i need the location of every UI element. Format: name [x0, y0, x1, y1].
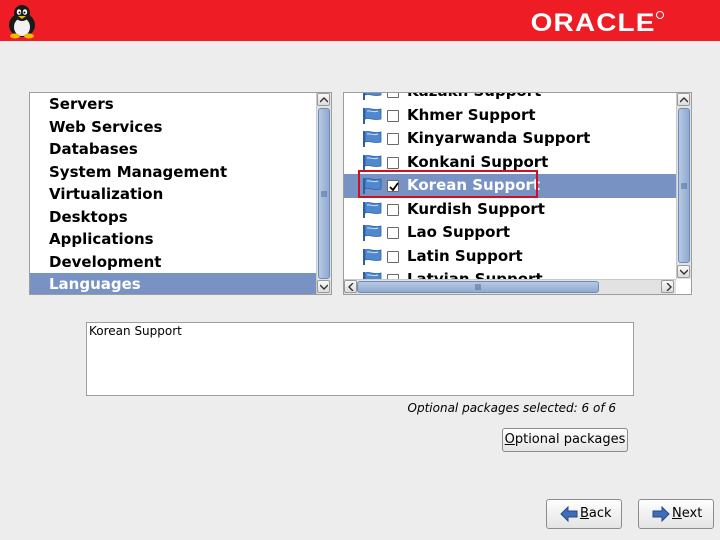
- package-flag-icon: [363, 178, 382, 194]
- package-checkbox[interactable]: [387, 250, 399, 263]
- back-button[interactable]: Back: [546, 499, 622, 529]
- category-item-applications[interactable]: Applications: [30, 228, 316, 251]
- scroll-down-button[interactable]: [677, 265, 690, 278]
- oracle-logo: ORACLE: [531, 9, 656, 37]
- package-checkbox[interactable]: [387, 133, 399, 145]
- package-flag-icon: [363, 248, 382, 265]
- header-banner: ORACLE: [0, 0, 720, 41]
- package-item[interactable]: Latin Support: [344, 245, 676, 269]
- category-list-panel: Servers Web Services Databases System Ma…: [29, 92, 332, 295]
- horizontal-scroll-thumb[interactable]: [357, 281, 599, 293]
- category-list: Servers Web Services Databases System Ma…: [30, 93, 316, 294]
- package-label: Kazakh Support: [407, 93, 541, 104]
- package-label: Lao Support: [407, 223, 511, 241]
- package-checkbox[interactable]: [387, 93, 399, 98]
- mnemonic-letter: B: [580, 506, 589, 521]
- scroll-up-button[interactable]: [677, 93, 690, 106]
- category-item-databases[interactable]: Databases: [30, 138, 316, 161]
- button-label: ext: [681, 506, 703, 521]
- scroll-thumb[interactable]: [678, 108, 690, 263]
- category-item-development[interactable]: Development: [30, 251, 316, 274]
- chevron-up-icon: [680, 97, 688, 103]
- package-label: Korean Support: [407, 176, 541, 194]
- package-flag-icon: [363, 93, 382, 100]
- scroll-thumb[interactable]: [318, 108, 330, 279]
- optional-packages-button[interactable]: Optional packages: [502, 428, 628, 452]
- grip-icon: [681, 183, 687, 188]
- package-label: Khmer Support: [407, 105, 536, 124]
- package-checkbox[interactable]: [387, 156, 399, 169]
- grip-icon: [321, 191, 327, 196]
- next-button[interactable]: Next: [638, 499, 714, 529]
- package-item[interactable]: Kazakh Support: [344, 93, 676, 104]
- category-item-desktops[interactable]: Desktops: [30, 206, 316, 229]
- category-item-web-services[interactable]: Web Services: [30, 116, 316, 139]
- arrow-left-icon: [560, 506, 578, 522]
- package-label: Konkani Support: [407, 152, 549, 171]
- category-item-languages[interactable]: Languages: [30, 273, 316, 294]
- button-label: ack: [588, 506, 612, 521]
- package-label: Kinyarwanda Support: [407, 129, 591, 147]
- package-item[interactable]: Kinyarwanda Support: [344, 127, 676, 151]
- scroll-up-button[interactable]: [317, 93, 330, 106]
- grip-icon: [475, 284, 481, 290]
- chevron-down-icon: [680, 269, 688, 275]
- package-item[interactable]: Kurdish Support: [344, 198, 676, 222]
- package-flag-icon: [363, 107, 382, 124]
- mnemonic-letter: N: [672, 506, 682, 521]
- package-list-panel: Kazakh SupportKhmer Support Kinyarwanda S…: [343, 92, 692, 295]
- package-horizontal-scrollbar[interactable]: [344, 279, 676, 294]
- package-list: Kazakh SupportKhmer Support Kinyarwanda S…: [344, 93, 676, 279]
- package-label: Latin Support: [407, 246, 523, 265]
- package-flag-icon: [363, 131, 382, 147]
- package-description: Korean Support: [86, 322, 634, 396]
- category-item-servers[interactable]: Servers: [30, 93, 316, 116]
- package-label: Latvian Support: [407, 270, 543, 279]
- scroll-down-button[interactable]: [317, 280, 330, 293]
- package-flag-icon: [363, 201, 382, 218]
- check-icon: [389, 182, 399, 192]
- mnemonic-letter: O: [504, 432, 515, 447]
- scroll-right-button[interactable]: [661, 280, 674, 293]
- package-flag-icon: [363, 272, 382, 279]
- arrow-right-icon: [652, 506, 670, 522]
- chevron-down-icon: [320, 284, 328, 290]
- category-item-system-management[interactable]: System Management: [30, 161, 316, 184]
- chevron-up-icon: [320, 97, 328, 103]
- chevron-left-icon: [348, 283, 354, 291]
- registered-mark-icon: [656, 11, 664, 19]
- category-item-virtualization[interactable]: Virtualization: [30, 183, 316, 206]
- tux-penguin-icon: [9, 5, 35, 39]
- package-checkbox[interactable]: [387, 180, 399, 192]
- button-label: ptional packages: [514, 432, 626, 447]
- package-list-viewport: Kazakh SupportKhmer Support Kinyarwanda S…: [344, 93, 676, 279]
- package-vertical-scrollbar[interactable]: [676, 93, 691, 279]
- package-flag-icon: [363, 225, 382, 241]
- package-item[interactable]: Korean Support: [344, 174, 676, 198]
- scroll-left-button[interactable]: [344, 280, 357, 293]
- package-flag-icon: [363, 154, 382, 171]
- package-item[interactable]: Latvian Support: [344, 268, 676, 279]
- category-vertical-scrollbar[interactable]: [316, 93, 331, 294]
- package-checkbox[interactable]: [387, 109, 399, 122]
- package-checkbox[interactable]: [387, 203, 399, 216]
- package-item[interactable]: Lao Support: [344, 221, 676, 245]
- package-checkbox[interactable]: [387, 227, 399, 239]
- package-label: Kurdish Support: [407, 199, 545, 218]
- optional-packages-status: Optional packages selected: 6 of 6: [407, 401, 616, 415]
- package-item[interactable]: Konkani Support: [344, 151, 676, 175]
- chevron-right-icon: [666, 283, 672, 291]
- package-item[interactable]: Khmer Support: [344, 104, 676, 128]
